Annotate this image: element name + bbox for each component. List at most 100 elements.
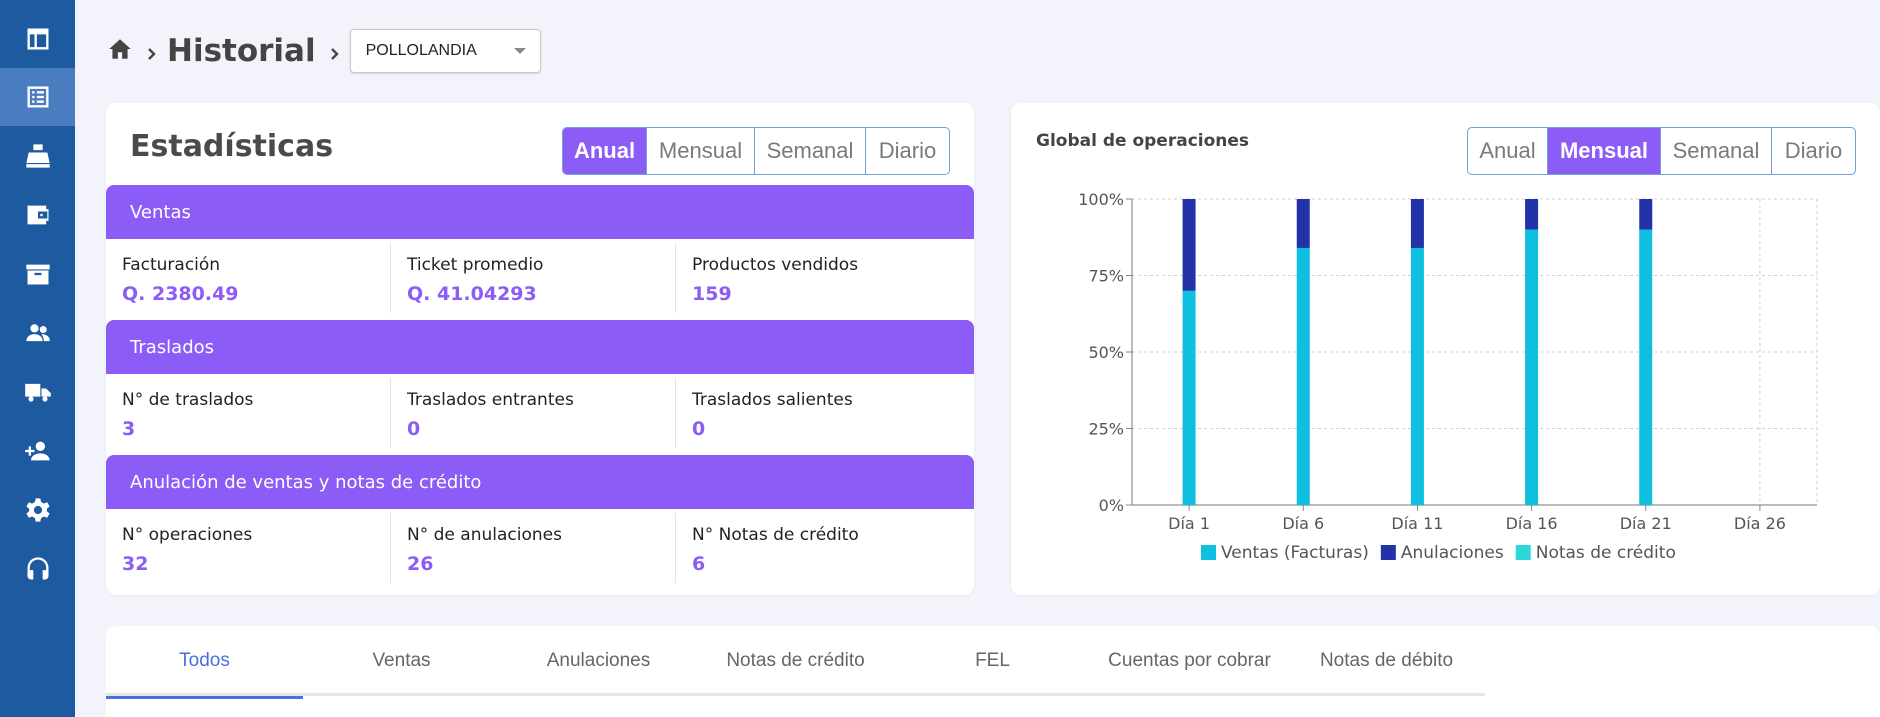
wallet-icon: [27, 205, 48, 225]
legend-swatch: [1515, 545, 1531, 560]
x-tick-label: Día 21: [1620, 514, 1672, 533]
truck-icon: [24, 383, 51, 402]
metric-traslados-salientes: Traslados salientes 0: [676, 378, 961, 448]
stats-period-semanal[interactable]: Semanal: [755, 128, 866, 174]
breadcrumb: Historial POLLOLANDIA: [107, 29, 541, 73]
tab-todos[interactable]: Todos: [106, 626, 303, 699]
metric-label: N° operaciones: [122, 525, 253, 545]
bar-segment: [1410, 247, 1424, 505]
bar-segment: [1182, 199, 1196, 291]
bar-segment: [1410, 199, 1424, 248]
metric-num-anulaciones: N° de anulaciones 26: [391, 513, 676, 583]
bar-segment: [1296, 247, 1310, 505]
metric-value: 159: [692, 283, 732, 305]
add-user-icon: [24, 441, 50, 461]
metric-value: 6: [692, 553, 706, 575]
metric-value: Q. 41.04293: [407, 283, 537, 305]
x-tick-label: Día 11: [1391, 514, 1443, 533]
stats-title: Estadísticas: [130, 129, 334, 164]
metric-label: N° Notas de crédito: [692, 525, 859, 545]
tab-notas-debito[interactable]: Notas de débito: [1288, 626, 1485, 696]
chevron-right-icon: [145, 45, 157, 60]
x-tick-label: Día 26: [1734, 514, 1786, 533]
legend-swatch: [1380, 545, 1396, 560]
tab-notas-credito[interactable]: Notas de crédito: [697, 626, 894, 696]
metric-label: Ticket promedio: [407, 255, 544, 275]
metric-label: N° de anulaciones: [407, 525, 562, 545]
sidebar-item-configuracion[interactable]: [0, 481, 75, 539]
metric-value: 0: [407, 418, 421, 440]
metric-label: Productos vendidos: [692, 255, 859, 275]
y-tick-label: 50%: [1088, 343, 1124, 362]
bar-segment: [1182, 290, 1196, 505]
sidebar-item-caja[interactable]: [0, 127, 75, 185]
x-tick-label: Día 16: [1506, 514, 1558, 533]
legend-label: Notas de crédito: [1536, 543, 1676, 563]
branch-select-value: POLLOLANDIA: [365, 42, 477, 59]
archive-box-icon: [25, 264, 50, 285]
stats-period-mensual[interactable]: Mensual: [647, 128, 755, 174]
metric-num-notas-credito: N° Notas de crédito 6: [676, 513, 961, 583]
metric-value: 32: [122, 553, 149, 575]
legend-swatch: [1201, 545, 1216, 560]
section-header-ventas: Ventas: [106, 185, 974, 239]
sidebar-item-usuarios[interactable]: [0, 422, 75, 480]
home-icon[interactable]: [107, 36, 133, 66]
metric-value: Q. 2380.49: [122, 283, 239, 305]
metric-ticket-promedio: Ticket promedio Q. 41.04293: [391, 243, 676, 313]
stats-period-diario[interactable]: Diario: [866, 128, 949, 174]
section-header-traslados: Traslados: [106, 320, 974, 374]
metric-productos-vendidos: Productos vendidos 159: [676, 243, 961, 313]
metric-value: 26: [407, 553, 434, 575]
tab-anulaciones[interactable]: Anulaciones: [500, 626, 697, 696]
page-title: Historial: [167, 33, 316, 69]
metric-label: N° de traslados: [122, 390, 254, 410]
metric-num-operaciones: N° operaciones 32: [106, 513, 391, 583]
y-tick-label: 75%: [1088, 267, 1124, 286]
chart-card: Global de operaciones Anual Mensual Sema…: [1011, 103, 1880, 595]
gear-icon: [25, 498, 50, 522]
y-tick-label: 100%: [1078, 190, 1124, 209]
metric-row-traslados: N° de traslados 3 Traslados entrantes 0 …: [106, 374, 974, 455]
bar-segment: [1639, 199, 1653, 230]
tab-ventas[interactable]: Ventas: [303, 626, 500, 696]
sidebar-item-traslados[interactable]: [0, 363, 75, 421]
sidebar-item-clientes[interactable]: [0, 304, 75, 362]
sidebar: [0, 0, 75, 717]
metric-row-ventas: Facturación Q. 2380.49 Ticket promedio Q…: [106, 239, 974, 320]
metric-num-traslados: N° de traslados 3: [106, 378, 391, 448]
section-header-anulaciones: Anulación de ventas y notas de crédito: [106, 455, 974, 509]
y-tick-label: 25%: [1088, 420, 1124, 439]
metric-label: Traslados salientes: [692, 390, 853, 410]
receipt-list-icon: [27, 86, 48, 108]
branch-select[interactable]: POLLOLANDIA: [349, 29, 541, 73]
metric-value: 0: [692, 418, 706, 440]
y-tick-label: 0%: [1099, 496, 1124, 515]
stats-period-toggle: Anual Mensual Semanal Diario: [562, 127, 950, 175]
sidebar-item-historial[interactable]: [0, 68, 75, 126]
bar-segment: [1525, 199, 1539, 230]
cash-register-icon: [25, 144, 50, 168]
metric-label: Traslados entrantes: [407, 390, 574, 410]
stats-period-anual[interactable]: Anual: [563, 128, 647, 174]
sidebar-item-inventario[interactable]: [0, 245, 75, 303]
sidebar-item-wallet[interactable]: [0, 186, 75, 244]
stats-card: Estadísticas Anual Mensual Semanal Diari…: [106, 103, 974, 595]
bar-segment: [1296, 199, 1310, 248]
metric-value: 3: [122, 418, 136, 440]
users-icon: [25, 324, 50, 342]
legend-label: Ventas (Facturas): [1221, 543, 1369, 563]
tabs-card: Todos Ventas Anulaciones Notas de crédit…: [106, 626, 1880, 717]
metric-label: Facturación: [122, 255, 221, 275]
tab-cuentas-por-cobrar[interactable]: Cuentas por cobrar: [1091, 626, 1288, 696]
headset-icon: [27, 557, 48, 580]
bar-segment: [1525, 229, 1539, 505]
caret-down-icon: [513, 48, 526, 54]
metric-facturacion: Facturación Q. 2380.49: [106, 243, 391, 313]
legend-label: Anulaciones: [1401, 543, 1504, 563]
tab-fel[interactable]: FEL: [894, 626, 1091, 696]
sidebar-item-dashboard[interactable]: [0, 10, 75, 68]
bar-segment: [1639, 229, 1653, 505]
table-icon: [27, 28, 48, 50]
sidebar-item-soporte[interactable]: [0, 540, 75, 598]
